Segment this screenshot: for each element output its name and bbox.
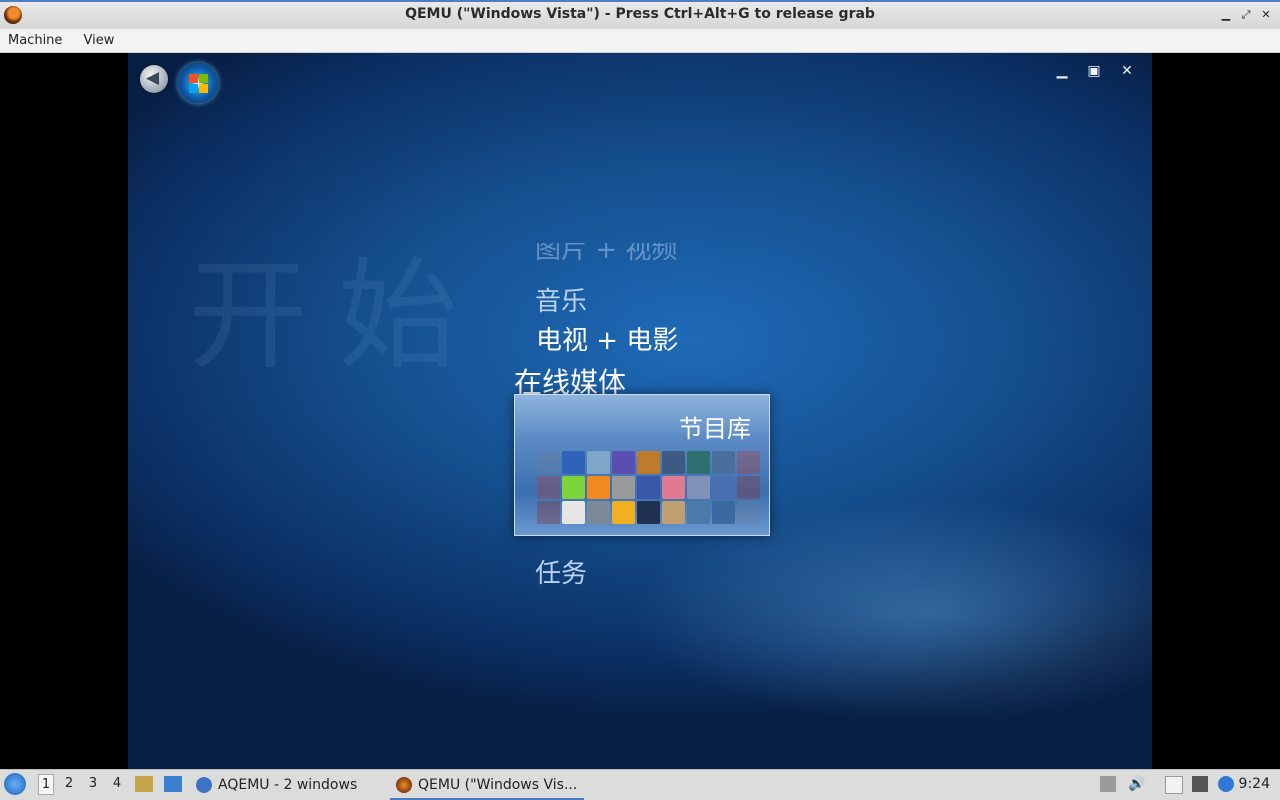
program-thumbnails: [537, 451, 761, 525]
close-window-icon[interactable]: ✕: [1257, 6, 1275, 24]
start-menu-icon[interactable]: [4, 773, 26, 795]
menu-item-pictures-partial[interactable]: 图片 + 视频: [535, 243, 677, 265]
back-button[interactable]: ◀: [140, 65, 168, 93]
qemu-task-icon: [396, 777, 412, 793]
program-thumbnail[interactable]: [662, 476, 685, 499]
start-ghost-text: 开始: [188, 247, 488, 386]
media-center-screen[interactable]: 开始 ◀ ▁ ▣ ✕ 图片 + 视频 音乐 电视 + 电影 在线媒体 节目库 任…: [128, 53, 1152, 769]
task-qemu-vista[interactable]: QEMU ("Windows Vis...: [390, 772, 584, 800]
network-icon[interactable]: [1192, 776, 1208, 792]
volume-icon[interactable]: 🔊: [1128, 776, 1145, 792]
window-title: QEMU ("Windows Vista") - Press Ctrl+Alt+…: [405, 6, 875, 22]
program-thumbnail[interactable]: [687, 476, 710, 499]
vm-display: 开始 ◀ ▁ ▣ ✕ 图片 + 视频 音乐 电视 + 电影 在线媒体 节目库 任…: [0, 53, 1280, 769]
mc-restore-icon[interactable]: ▣: [1084, 63, 1104, 79]
maximize-window-icon[interactable]: ⤢: [1237, 6, 1255, 24]
program-thumbnail[interactable]: [637, 501, 660, 524]
program-thumbnail[interactable]: [662, 451, 685, 474]
program-thumbnail[interactable]: [612, 451, 635, 474]
program-thumbnail[interactable]: [612, 501, 635, 524]
workspace-3[interactable]: 3: [86, 776, 100, 791]
program-thumbnail[interactable]: [687, 501, 710, 524]
minimize-window-icon[interactable]: ▁: [1217, 6, 1235, 24]
task-aqemu[interactable]: AQEMU - 2 windows: [196, 772, 357, 798]
workspace-1[interactable]: 1: [38, 774, 54, 795]
program-thumbnail[interactable]: [737, 476, 760, 499]
mc-minimize-icon[interactable]: ▁: [1052, 63, 1072, 79]
workspace-2[interactable]: 2: [62, 776, 76, 791]
eject-icon[interactable]: [1100, 776, 1116, 792]
mc-close-icon[interactable]: ✕: [1117, 63, 1137, 79]
menu-item-pictures-label: 图片 + 视频: [535, 243, 678, 265]
clock: 9:24: [1238, 776, 1270, 792]
program-thumbnail[interactable]: [537, 501, 560, 524]
program-thumbnail[interactable]: [737, 501, 760, 524]
aqemu-icon: [196, 777, 212, 793]
file-manager-icon[interactable]: [135, 776, 153, 792]
program-thumbnail[interactable]: [562, 501, 585, 524]
menu-item-tv-movies[interactable]: 电视 + 电影: [536, 320, 678, 357]
workspace-4[interactable]: 4: [110, 776, 124, 791]
window-titlebar: QEMU ("Windows Vista") - Press Ctrl+Alt+…: [0, 0, 1280, 29]
program-thumbnail[interactable]: [737, 451, 760, 474]
program-thumbnail[interactable]: [587, 451, 610, 474]
windows-start-orb-icon[interactable]: [178, 63, 218, 103]
program-thumbnail[interactable]: [562, 451, 585, 474]
program-thumbnail[interactable]: [562, 476, 585, 499]
logo-quad-red: [189, 74, 198, 83]
program-thumbnail[interactable]: [662, 501, 685, 524]
program-thumbnail[interactable]: [587, 476, 610, 499]
program-thumbnail[interactable]: [712, 476, 735, 499]
program-thumbnail[interactable]: [587, 501, 610, 524]
program-thumbnail[interactable]: [537, 476, 560, 499]
menu-machine[interactable]: Machine: [0, 30, 70, 51]
program-library-title: 节目库: [679, 415, 751, 443]
program-thumbnail[interactable]: [712, 501, 735, 524]
program-thumbnail[interactable]: [612, 476, 635, 499]
menu-item-music[interactable]: 音乐: [535, 281, 587, 318]
program-thumbnail[interactable]: [687, 451, 710, 474]
menu-view[interactable]: View: [76, 30, 123, 51]
back-arrow-icon: ◀: [146, 68, 160, 88]
program-library-tile[interactable]: 节目库: [514, 394, 770, 536]
desktop-icon[interactable]: [164, 776, 182, 792]
logo-quad-blue: [189, 84, 198, 93]
logo-quad-green: [199, 74, 208, 83]
program-thumbnail[interactable]: [537, 451, 560, 474]
notification-icon[interactable]: [1218, 776, 1234, 792]
clipboard-icon[interactable]: [1165, 776, 1183, 794]
task-aqemu-label: AQEMU - 2 windows: [218, 777, 358, 793]
menubar: Machine View: [0, 29, 1280, 53]
task-qemu-label: QEMU ("Windows Vis...: [418, 777, 578, 793]
taskbar: 1 2 3 4 AQEMU - 2 windows QEMU ("Windows…: [0, 769, 1280, 800]
program-thumbnail[interactable]: [637, 476, 660, 499]
program-thumbnail[interactable]: [712, 451, 735, 474]
logo-quad-yellow: [199, 84, 208, 93]
menu-item-tasks[interactable]: 任务: [535, 553, 587, 590]
program-thumbnail[interactable]: [637, 451, 660, 474]
